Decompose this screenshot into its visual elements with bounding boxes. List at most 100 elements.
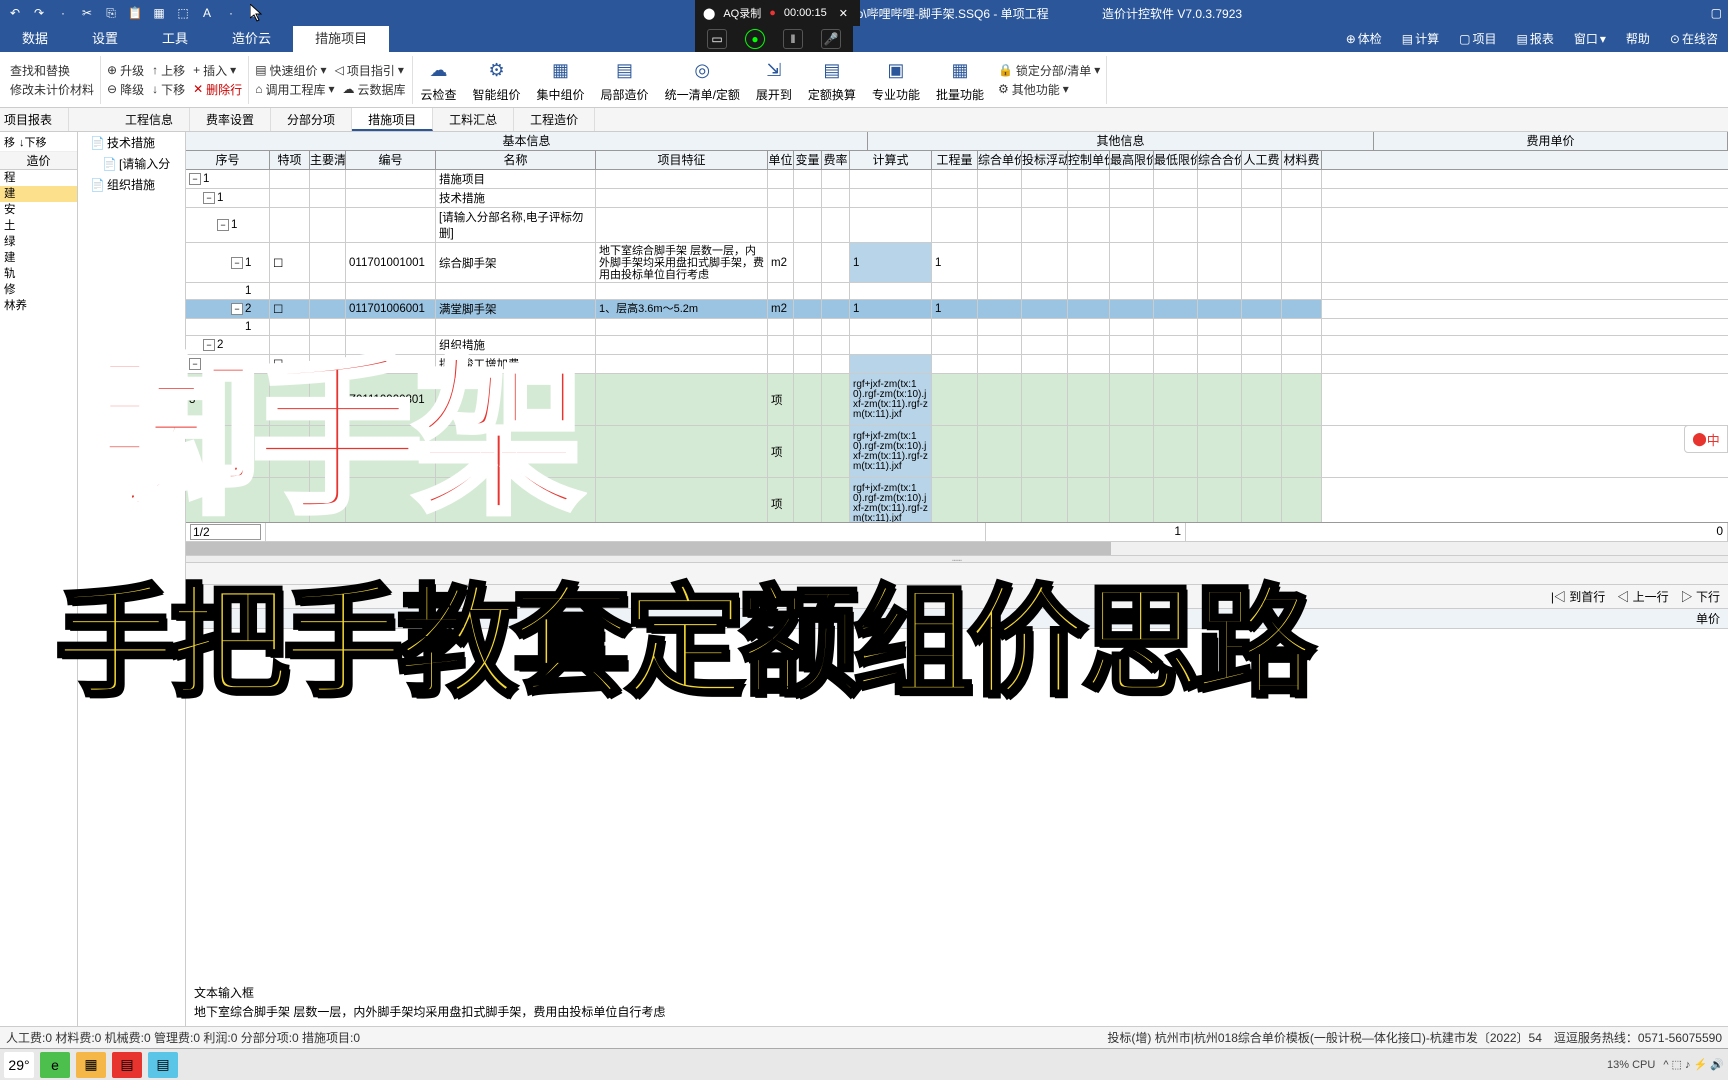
cell[interactable] xyxy=(978,170,1022,188)
cell[interactable] xyxy=(932,208,978,242)
cell[interactable] xyxy=(346,319,436,335)
cell[interactable] xyxy=(1022,170,1068,188)
cell[interactable] xyxy=(1242,374,1282,425)
col-zy[interactable]: 主要清单 xyxy=(310,151,346,169)
cell[interactable] xyxy=(436,319,596,335)
cell[interactable] xyxy=(270,336,310,354)
lp-item[interactable]: 绿 xyxy=(0,234,77,250)
cell[interactable] xyxy=(794,374,822,425)
cell[interactable] xyxy=(310,319,346,335)
col-seq[interactable]: 序号 xyxy=(186,151,270,169)
cell[interactable] xyxy=(186,426,270,477)
cell[interactable] xyxy=(1110,374,1154,425)
cell[interactable] xyxy=(794,283,822,299)
tray-icons[interactable]: ^ ⬚ ♪ ⚡ 🔊 xyxy=(1663,1058,1724,1071)
cell[interactable]: 满堂脚手架 xyxy=(436,300,596,318)
cell[interactable]: 措施项目 xyxy=(436,170,596,188)
cell[interactable] xyxy=(768,336,794,354)
menu-report[interactable]: ▤报表 xyxy=(1507,26,1564,52)
cell[interactable] xyxy=(822,319,850,335)
cell[interactable] xyxy=(596,336,768,354)
cell[interactable] xyxy=(1198,189,1242,207)
project-guide-button[interactable]: ◁项目指引▾ xyxy=(335,62,404,79)
cell[interactable] xyxy=(1242,189,1282,207)
cell[interactable] xyxy=(1022,374,1068,425)
col-fl[interactable]: 费率 xyxy=(822,151,850,169)
cell[interactable] xyxy=(1242,319,1282,335)
home-icon[interactable]: ⌂ xyxy=(246,4,264,22)
cell[interactable] xyxy=(1282,208,1322,242)
cell[interactable] xyxy=(596,426,768,477)
cell[interactable] xyxy=(1068,478,1110,522)
quick-price-button[interactable]: ▤快速组价▾ xyxy=(255,62,326,79)
table-row[interactable]: −1技术措施 xyxy=(186,189,1728,208)
col-sp[interactable]: 特项 xyxy=(270,151,310,169)
subtab-rate[interactable]: 费率设置 xyxy=(190,108,271,131)
subtab-parts[interactable]: 分部分项 xyxy=(271,108,352,131)
cell[interactable] xyxy=(1282,283,1322,299)
cell[interactable] xyxy=(596,374,768,425)
table-row[interactable]: −1[请输入分部名称,电子评标勿删] xyxy=(186,208,1728,243)
cell[interactable] xyxy=(768,189,794,207)
cell[interactable] xyxy=(1068,208,1110,242)
splitter[interactable]: ┄┄ xyxy=(186,555,1728,563)
cell[interactable] xyxy=(346,336,436,354)
cell[interactable] xyxy=(1154,336,1198,354)
grid-body[interactable]: −1措施项目−1技术措施−1[请输入分部名称,电子评标勿删]−1☐0117010… xyxy=(186,170,1728,522)
nav-first[interactable]: |◁ 到首行 xyxy=(1551,588,1605,605)
cell[interactable] xyxy=(270,170,310,188)
quota-button[interactable]: ▤定额换算 xyxy=(800,56,864,103)
cell[interactable] xyxy=(1110,300,1154,318)
delete-row-button[interactable]: ✕删除行 xyxy=(193,81,242,98)
col-cl[interactable]: 材料费 xyxy=(1282,151,1322,169)
cell[interactable] xyxy=(768,170,794,188)
cell[interactable] xyxy=(310,189,346,207)
cell[interactable] xyxy=(978,283,1022,299)
col-js[interactable]: 计算式 xyxy=(850,151,932,169)
cell[interactable] xyxy=(822,426,850,477)
cell[interactable] xyxy=(1282,478,1322,522)
cell[interactable] xyxy=(1068,243,1110,282)
app-icon-1[interactable]: ▦ xyxy=(76,1052,106,1078)
cell[interactable] xyxy=(1242,208,1282,242)
cell[interactable] xyxy=(346,208,436,242)
link-icon[interactable]: ⬚ xyxy=(174,4,192,22)
cell[interactable] xyxy=(1022,319,1068,335)
lp-item[interactable]: 安 xyxy=(0,202,77,218)
cell[interactable] xyxy=(270,478,310,522)
cell[interactable] xyxy=(1198,336,1242,354)
table-row[interactable]: 1 xyxy=(186,319,1728,336)
cell[interactable] xyxy=(794,426,822,477)
col-kz[interactable]: 控制单价 xyxy=(1068,151,1110,169)
cell[interactable] xyxy=(822,243,850,282)
col-zh[interactable]: 综合单价 xyxy=(978,151,1022,169)
cell[interactable] xyxy=(1068,355,1110,373)
cell[interactable] xyxy=(1110,426,1154,477)
cell[interactable]: 项 xyxy=(768,478,794,522)
cell[interactable] xyxy=(1198,283,1242,299)
local-cost-button[interactable]: ▤局部造价 xyxy=(593,56,657,103)
cell[interactable] xyxy=(1282,355,1322,373)
table-row[interactable]: 3Z01110900801项rgf+jxf-zm(tx:10).rgf-zm(t… xyxy=(186,374,1728,426)
cell[interactable] xyxy=(1110,208,1154,242)
cell[interactable]: 011701001001 xyxy=(346,243,436,282)
cell[interactable]: −2 xyxy=(186,336,270,354)
cell[interactable] xyxy=(768,319,794,335)
cell[interactable] xyxy=(1154,243,1198,282)
h-scrollbar[interactable] xyxy=(186,541,1728,555)
move-up-button[interactable]: ↑上移 xyxy=(152,62,185,79)
pause-icon[interactable]: ‖ xyxy=(783,29,803,49)
cell[interactable] xyxy=(1154,319,1198,335)
cell[interactable] xyxy=(1198,355,1242,373)
cell[interactable] xyxy=(596,355,768,373)
cell[interactable] xyxy=(436,283,596,299)
down-button[interactable]: ↓下移 xyxy=(19,134,47,149)
cell[interactable]: m2 xyxy=(768,300,794,318)
insert-button[interactable]: +插入▾ xyxy=(193,62,236,79)
cell[interactable]: m2 xyxy=(768,243,794,282)
menu-settings[interactable]: 设置 xyxy=(70,26,140,52)
cell[interactable] xyxy=(978,355,1022,373)
cell[interactable] xyxy=(850,170,932,188)
cell[interactable] xyxy=(1068,170,1110,188)
central-price-button[interactable]: ▦集中组价 xyxy=(529,56,593,103)
